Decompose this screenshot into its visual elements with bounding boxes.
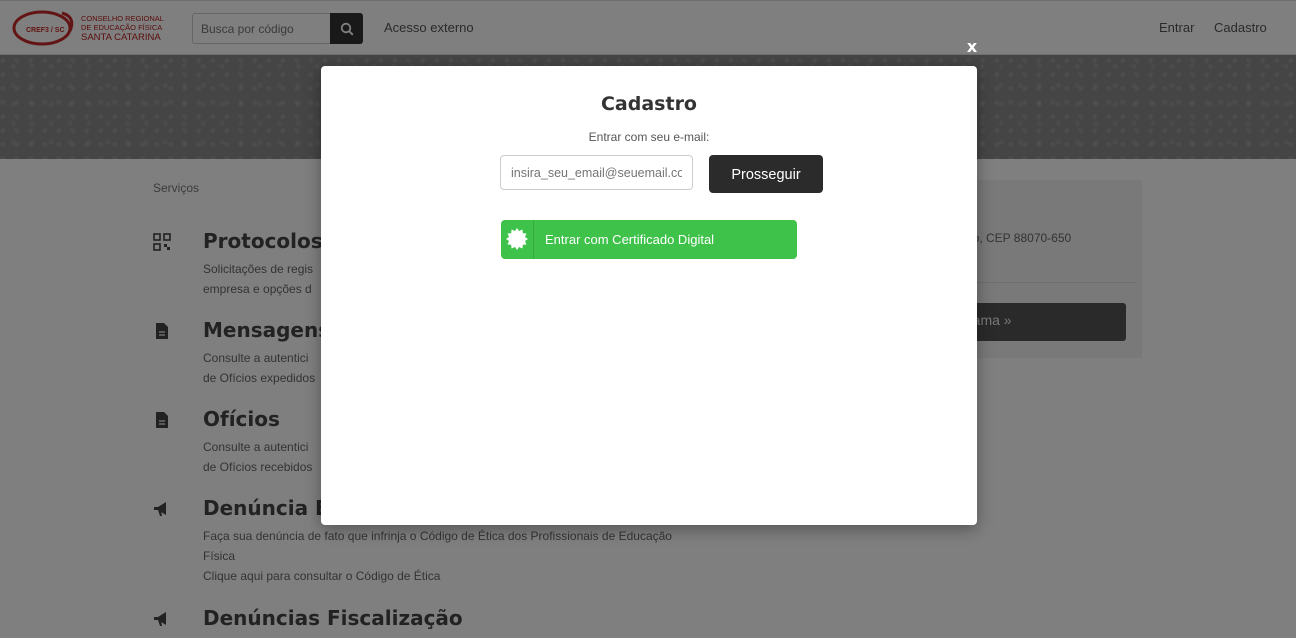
email-field[interactable]	[500, 155, 693, 190]
modal-subtitle: Entrar com seu e-mail:	[588, 130, 710, 144]
button-divider	[533, 220, 534, 259]
modal-title: Cadastro	[600, 93, 697, 115]
certificate-button-label: Entrar com Certificado Digital	[545, 232, 715, 247]
proceed-button[interactable]: Prosseguir	[709, 155, 823, 193]
close-icon[interactable]: x	[962, 37, 982, 57]
signup-modal: Cadastro Entrar com seu e-mail: Prossegu…	[321, 66, 977, 525]
digital-certificate-button[interactable]: Entrar com Certificado Digital	[501, 220, 797, 259]
certificate-seal-icon	[506, 228, 528, 250]
